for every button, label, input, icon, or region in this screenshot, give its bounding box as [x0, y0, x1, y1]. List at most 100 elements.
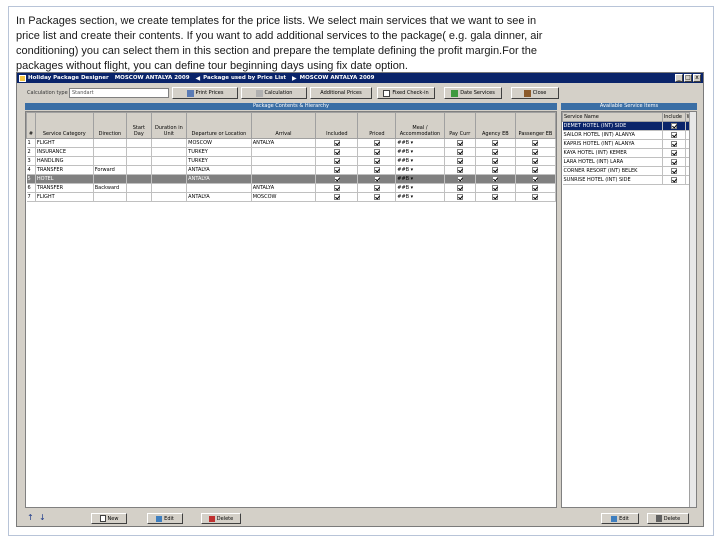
print-prices-button[interactable]: Print Prices — [172, 87, 238, 99]
close-button[interactable]: Close — [511, 87, 559, 99]
checkbox-cell-agency[interactable] — [475, 174, 516, 184]
cell-direction[interactable] — [93, 147, 128, 157]
checkbox[interactable] — [333, 184, 340, 191]
checkbox-cell-priced[interactable] — [357, 147, 397, 157]
checkbox[interactable] — [532, 184, 539, 191]
cell-category[interactable]: TRANSFER — [35, 165, 94, 175]
cell-no[interactable]: 7 — [26, 192, 36, 202]
checkbox[interactable] — [456, 184, 463, 191]
table-row[interactable]: 1 FLIGHT MOSCOW ANTALYA ##B — [26, 138, 557, 148]
column-header[interactable]: Arrival — [250, 112, 317, 139]
cell-arrival[interactable] — [251, 165, 317, 175]
checkbox[interactable] — [456, 166, 463, 173]
cell-no[interactable]: 4 — [26, 165, 36, 175]
checkbox-cell-paycurr[interactable] — [444, 156, 476, 166]
include-cell[interactable] — [662, 121, 686, 131]
checkbox[interactable] — [373, 139, 380, 146]
cell-start[interactable] — [126, 192, 152, 202]
table-row[interactable]: 5 HOTEL ANTALYA ##B — [26, 174, 557, 184]
cell-start[interactable] — [126, 138, 152, 148]
service-row[interactable]: KAYA HOTEL (INT) KEMER — [562, 148, 697, 158]
maximize-button[interactable]: □ — [684, 74, 692, 82]
cell-duration[interactable] — [151, 183, 188, 193]
new-button[interactable]: New — [91, 513, 127, 524]
checkbox[interactable] — [373, 175, 380, 182]
include-cell[interactable] — [662, 148, 686, 158]
include-checkbox[interactable] — [670, 158, 677, 165]
checkbox-cell-priced[interactable] — [357, 183, 397, 193]
cell-arrival[interactable]: ANTALYA — [251, 183, 317, 193]
column-header[interactable]: Include — [661, 112, 686, 122]
cell-direction[interactable] — [93, 192, 128, 202]
checkbox-cell-priced[interactable] — [357, 156, 397, 166]
service-row[interactable]: KAPRIS HOTEL (INT) ALANYA — [562, 139, 697, 149]
calculation-type-select[interactable]: Standart — [69, 88, 169, 98]
meal-dropdown[interactable]: ##B — [397, 158, 413, 164]
include-checkbox[interactable] — [670, 176, 677, 183]
checkbox[interactable] — [492, 184, 499, 191]
move-up-arrow-icon[interactable]: ↑ — [27, 513, 34, 522]
meal-dropdown[interactable]: ##B — [397, 140, 413, 146]
include-cell[interactable] — [662, 130, 686, 140]
cell-start[interactable] — [126, 183, 152, 193]
date-services-button[interactable]: Date Services — [444, 87, 502, 99]
include-checkbox[interactable] — [670, 131, 677, 138]
cell-category[interactable]: FLIGHT — [35, 192, 94, 202]
cell-arrival[interactable]: MOSCOW — [251, 192, 317, 202]
checkbox-cell-passenger[interactable] — [515, 174, 557, 184]
service-name[interactable]: DEMET HOTEL (INT) SIDE — [562, 121, 663, 131]
checkbox[interactable] — [373, 193, 380, 200]
checkbox-cell-passenger[interactable] — [515, 147, 557, 157]
cell-direction[interactable]: Backward — [93, 183, 128, 193]
cell-duration[interactable] — [151, 156, 188, 166]
column-header[interactable]: # — [26, 112, 36, 139]
meal-dropdown[interactable]: ##B — [397, 176, 413, 182]
checkbox-cell-agency[interactable] — [475, 192, 516, 202]
checkbox[interactable] — [333, 157, 340, 164]
checkbox-cell-included[interactable] — [315, 147, 359, 157]
cell-arrival[interactable] — [251, 147, 317, 157]
include-checkbox[interactable] — [670, 122, 677, 129]
edit-button[interactable]: Edit — [147, 513, 183, 524]
checkbox[interactable] — [532, 148, 539, 155]
cell-departure[interactable]: ANTALYA — [186, 174, 252, 184]
service-edit-button[interactable]: Edit — [601, 513, 639, 524]
include-cell[interactable] — [662, 175, 686, 185]
checkbox-cell-passenger[interactable] — [515, 192, 557, 202]
table-row[interactable]: 6 TRANSFER Backward ANTALYA ##B — [26, 183, 557, 193]
meal-dropdown[interactable]: ##B — [397, 194, 413, 200]
checkbox-cell-paycurr[interactable] — [444, 183, 476, 193]
service-name[interactable]: LARA HOTEL (INT) LARA — [562, 157, 663, 167]
checkbox[interactable] — [333, 193, 340, 200]
checkbox-cell-priced[interactable] — [357, 174, 397, 184]
checkbox[interactable] — [492, 139, 499, 146]
cell-start[interactable] — [126, 156, 152, 166]
include-cell[interactable] — [662, 139, 686, 149]
meal-dropdown[interactable]: ##B — [397, 185, 413, 191]
checkbox[interactable] — [492, 166, 499, 173]
checkbox-cell-paycurr[interactable] — [444, 174, 476, 184]
cell-duration[interactable] — [151, 165, 188, 175]
table-row[interactable]: 2 INSURANCE TURKEY ##B — [26, 147, 557, 157]
checkbox[interactable] — [373, 184, 380, 191]
column-header[interactable]: Direction — [92, 112, 128, 139]
meal-dropdown[interactable]: ##B — [397, 149, 413, 155]
cell-category[interactable]: INSURANCE — [35, 147, 94, 157]
service-name[interactable]: KAYA HOTEL (INT) KEMER — [562, 148, 663, 158]
checkbox-cell-included[interactable] — [315, 138, 359, 148]
cell-departure[interactable]: ANTALYA — [186, 192, 252, 202]
column-header[interactable]: Departure or Location — [186, 112, 252, 139]
checkbox-cell-agency[interactable] — [475, 165, 516, 175]
checkbox-cell-included[interactable] — [315, 174, 359, 184]
close-window-button[interactable]: x — [693, 74, 701, 82]
table-row[interactable]: 7 FLIGHT ANTALYA MOSCOW ##B — [26, 192, 557, 202]
service-row[interactable]: SUNRISE HOTEL (INT) SIDE — [562, 175, 697, 185]
cell-arrival[interactable] — [251, 156, 317, 166]
meal-dropdown[interactable]: ##B — [397, 167, 413, 173]
service-delete-button[interactable]: Delete — [647, 513, 689, 524]
checkbox[interactable] — [333, 175, 340, 182]
minimize-button[interactable]: _ — [675, 74, 683, 82]
column-header[interactable]: Priced — [357, 112, 397, 139]
cell-no[interactable]: 6 — [26, 183, 36, 193]
meal-dropdown-cell[interactable]: ##B — [395, 192, 445, 202]
